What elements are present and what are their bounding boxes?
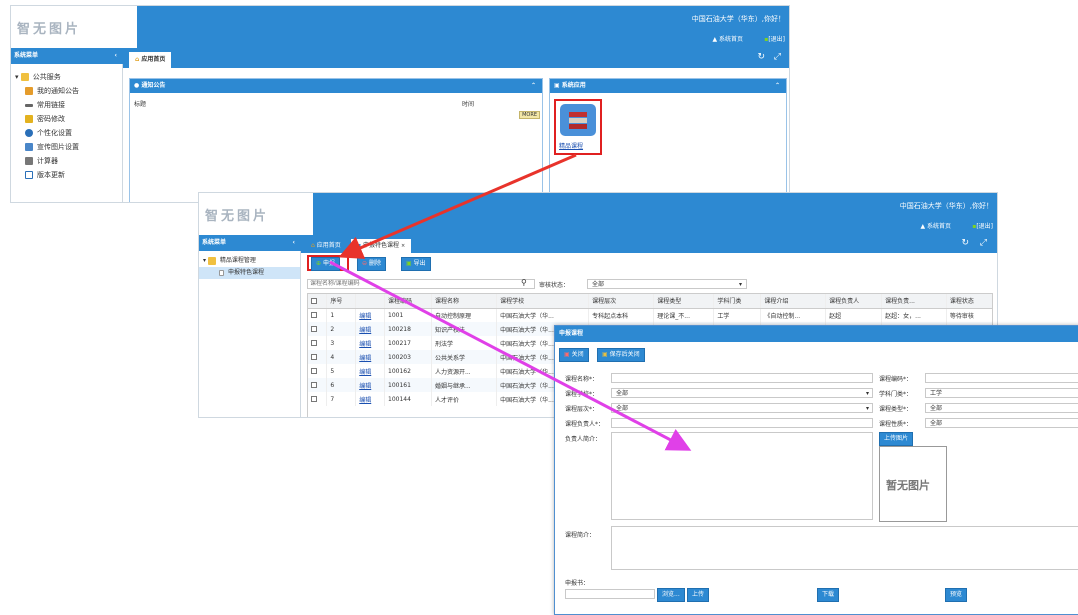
red-arrow xyxy=(338,153,577,259)
annotation-arrows xyxy=(329,153,692,451)
magenta-arrow xyxy=(329,260,692,451)
